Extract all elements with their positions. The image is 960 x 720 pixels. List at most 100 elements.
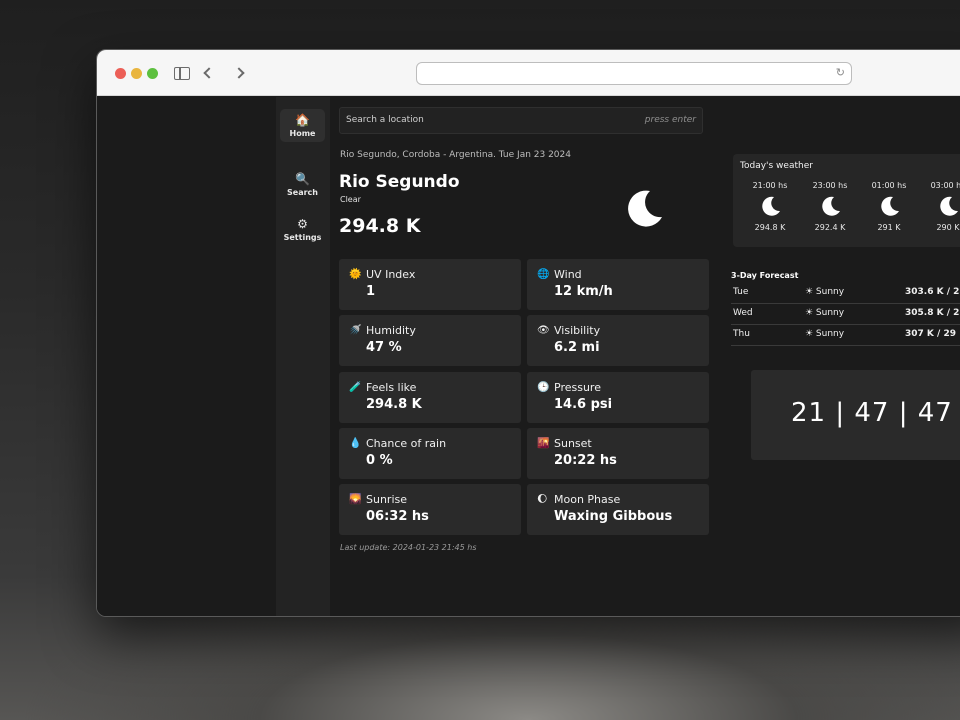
hour-time: 23:00 hs — [812, 181, 848, 190]
address-bar[interactable]: ↻ — [416, 62, 852, 85]
moon-icon — [940, 196, 958, 216]
back-arrow-icon[interactable] — [203, 67, 215, 79]
forecast-row: Tue ☀ Sunny 303.6 K / 28 — [731, 283, 960, 304]
forecast-day: Thu — [733, 329, 750, 339]
metric-value: 6.2 mi — [554, 340, 600, 355]
weather-condition: Clear — [340, 195, 361, 204]
forecast-temp: 303.6 K / 28 — [905, 287, 960, 297]
hour-temp: 290 K — [936, 223, 960, 232]
digital-clock: 21 | 47 | 47 — [751, 370, 960, 460]
moon-icon — [762, 196, 780, 216]
metric-label: Feels like — [366, 381, 417, 394]
todays-weather-panel: Today's weather 21:00 hs 294.8 K 23:00 h… — [733, 154, 960, 247]
forecast-day: Tue — [733, 287, 749, 297]
metric-label: Humidity — [366, 324, 416, 337]
search-input[interactable]: Search a location press enter — [339, 107, 703, 134]
moon-icon: 🌔 — [537, 494, 548, 505]
reload-icon[interactable]: ↻ — [836, 66, 845, 79]
metric-card-visibility: 👁 Visibility 6.2 mi — [527, 315, 709, 366]
metric-label: Sunset — [554, 437, 592, 450]
close-window-button[interactable] — [115, 68, 126, 79]
gear-icon: ⚙ — [297, 217, 308, 231]
nav-item-home[interactable]: 🏠 Home — [280, 109, 325, 142]
hour-time: 03:00 hs — [930, 181, 960, 190]
search-placeholder: Search a location — [346, 115, 424, 125]
hourly-item: 21:00 hs 294.8 K — [745, 181, 795, 232]
metric-value: 47 % — [366, 340, 402, 355]
metric-card-sunrise: 🌄 Sunrise 06:32 hs — [339, 484, 521, 535]
current-temperature: 294.8 K — [339, 215, 421, 237]
forecast-row: Thu ☀ Sunny 307 K / 29 — [731, 325, 960, 346]
forecast-condition: ☀ Sunny — [805, 287, 845, 297]
location-date-line: Rio Segundo, Cordoba - Argentina. Tue Ja… — [340, 150, 571, 160]
clock-time: 21 | 47 | 47 — [791, 398, 953, 428]
hour-temp: 292.4 K — [814, 223, 846, 232]
droplet-icon: 💧 — [349, 438, 362, 449]
page-content: 🏠 Home 🔍 Search ⚙ Settings Search a loca… — [97, 97, 960, 616]
metric-value: Waxing Gibbous — [554, 509, 673, 524]
metric-value: 1 — [366, 284, 376, 299]
eye-icon: 👁 — [537, 325, 550, 336]
forward-arrow-icon[interactable] — [233, 67, 245, 79]
metric-label: Pressure — [554, 381, 601, 394]
sun-icon: 🌞 — [349, 269, 362, 280]
browser-window: ↻ 🏠 Home 🔍 Search ⚙ Settings Search a lo… — [96, 49, 960, 617]
hourly-item: 03:00 hs 290 K — [923, 181, 960, 232]
forecast-title: 3-Day Forecast — [731, 271, 799, 280]
metric-card-pressure: 🕒 Pressure 14.6 psi — [527, 372, 709, 423]
forecast-condition: ☀ Sunny — [805, 329, 845, 339]
moon-icon — [628, 190, 662, 227]
metric-label: Wind — [554, 268, 582, 281]
metric-label: Visibility — [554, 324, 601, 337]
house-icon: 🏠 — [295, 113, 310, 127]
metric-value: 06:32 hs — [366, 509, 429, 524]
browser-titlebar: ↻ — [97, 50, 960, 96]
shower-icon: 🚿 — [349, 325, 362, 336]
main-area: Search a location press enter Rio Segund… — [330, 97, 960, 616]
hour-temp: 294.8 K — [754, 223, 786, 232]
metric-value: 294.8 K — [366, 397, 422, 412]
forecast-condition: ☀ Sunny — [805, 308, 845, 318]
forecast-row: Wed ☀ Sunny 305.8 K / 28 — [731, 304, 960, 325]
city-name: Rio Segundo — [339, 172, 460, 192]
app-nav: 🏠 Home 🔍 Search ⚙ Settings — [276, 97, 330, 616]
metric-value: 0 % — [366, 453, 393, 468]
metric-card-rain: 💧 Chance of rain 0 % — [339, 428, 521, 479]
magnifier-icon: 🔍 — [295, 172, 310, 186]
metric-label: UV Index — [366, 268, 416, 281]
hour-temp: 291 K — [877, 223, 901, 232]
metric-label: Chance of rain — [366, 437, 447, 450]
sidebar-toggle-icon[interactable] — [174, 67, 190, 80]
sunset-icon: 🌇 — [537, 438, 550, 449]
nav-item-label: Settings — [283, 233, 322, 242]
metric-value: 12 km/h — [554, 284, 613, 299]
globe-icon: 🌐 — [537, 269, 550, 280]
metric-card-humidity: 🚿 Humidity 47 % — [339, 315, 521, 366]
clock-icon: 🕒 — [537, 382, 550, 393]
empty-side-pane — [97, 97, 276, 616]
thermometer-icon: 🧪 — [349, 382, 362, 393]
nav-item-label: Search — [287, 188, 318, 197]
hourly-item: 01:00 hs 291 K — [864, 181, 914, 232]
metric-card-wind: 🌐 Wind 12 km/h — [527, 259, 709, 310]
nav-item-label: Home — [289, 129, 316, 138]
hour-time: 21:00 hs — [752, 181, 788, 190]
hourly-item: 23:00 hs 292.4 K — [805, 181, 855, 232]
moon-icon — [881, 196, 899, 216]
minimize-window-button[interactable] — [131, 68, 142, 79]
moon-icon — [822, 196, 840, 216]
forecast-day: Wed — [733, 308, 753, 318]
zoom-window-button[interactable] — [147, 68, 158, 79]
search-hint: press enter — [644, 115, 696, 125]
metric-label: Sunrise — [366, 493, 408, 506]
metric-value: 14.6 psi — [554, 397, 613, 412]
forecast-temp: 305.8 K / 28 — [905, 308, 960, 318]
metric-label: Moon Phase — [554, 493, 621, 506]
panel-title: Today's weather — [740, 161, 813, 171]
metric-card-moon-phase: 🌔 Moon Phase Waxing Gibbous — [527, 484, 709, 535]
last-update: Last update: 2024-01-23 21:45 hs — [340, 543, 477, 552]
metric-card-uv: 🌞 UV Index 1 — [339, 259, 521, 310]
nav-item-search[interactable]: 🔍 Search — [280, 168, 325, 201]
nav-item-settings[interactable]: ⚙ Settings — [280, 213, 325, 246]
sunrise-icon: 🌄 — [349, 494, 362, 505]
